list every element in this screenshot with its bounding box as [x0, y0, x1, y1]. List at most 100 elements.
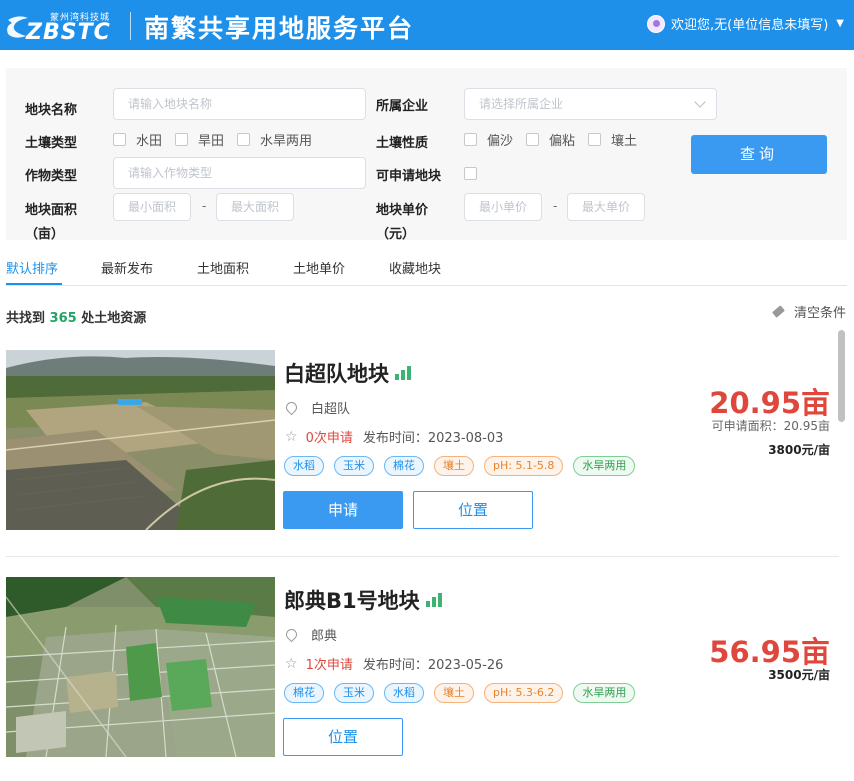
plot-meta: ☆ 0次申请 发布时间：2023-08-03: [285, 427, 504, 447]
checkbox-box[interactable]: [464, 133, 477, 146]
unit-price: 3800元/亩: [768, 443, 830, 457]
plot-name[interactable]: 白超队地块: [284, 358, 389, 388]
checkbox-box[interactable]: [175, 133, 188, 146]
clear-filters-button[interactable]: 清空条件: [772, 302, 846, 321]
tab-favorites[interactable]: 收藏地块: [389, 258, 441, 277]
range-dash: -: [202, 199, 207, 213]
checkbox-box[interactable]: [464, 167, 477, 180]
soil-type-checkbox-paddy[interactable]: 水田: [113, 130, 162, 149]
publish-time: 发布时间：2023-08-03: [362, 431, 504, 446]
checkbox-box[interactable]: [588, 133, 601, 146]
soil-type-label: 土壤类型: [25, 136, 78, 151]
user-menu[interactable]: 欢迎您,无(单位信息未填写) ▼: [647, 14, 844, 33]
tag-crop: 玉米: [334, 683, 374, 703]
crop-type-label: 作物类型: [25, 169, 78, 184]
platform-title: 南繁共享用地服务平台: [144, 14, 415, 43]
star-outline-icon[interactable]: ☆: [285, 656, 298, 672]
plot-name-input[interactable]: 请输入地块名称: [113, 88, 366, 120]
avatar: [647, 14, 666, 33]
top-header: 蒙州湾科技城 ZBSTC 南繁共享用地服务平台 欢迎您,无(单位信息未填写) ▼: [0, 0, 854, 50]
price-unit-label: （元）: [376, 227, 416, 242]
soil-nature-checkbox-loam[interactable]: 壤土: [588, 130, 637, 149]
range-dash: -: [553, 199, 558, 213]
apply-button[interactable]: 申请: [283, 491, 403, 529]
plot-area: 56.95亩: [709, 635, 830, 669]
plot-aerial-image[interactable]: [6, 350, 275, 530]
tag-soil: 壤土: [434, 683, 474, 703]
price-label: 地块单价: [376, 203, 429, 218]
location-button[interactable]: 位置: [413, 491, 533, 529]
tag-ph: pH: 5.1-5.8: [484, 456, 564, 476]
plot-title[interactable]: 白超队地块: [284, 358, 413, 388]
active-tab-indicator: [6, 283, 62, 285]
caret-down-icon: ▼: [836, 18, 844, 29]
plot-card[interactable]: 郎典B1号地块 郎典 ☆ 1次申请 发布时间：2023-05-26 棉花 玉米 …: [6, 577, 840, 767]
tag-crop: 棉花: [284, 683, 324, 703]
plot-aerial-image-graphic: [6, 350, 275, 530]
price-max-input[interactable]: 最大单价: [567, 193, 645, 221]
sort-tabs: 默认排序 最新发布 土地面积 土地单价 收藏地块: [6, 250, 847, 286]
zbstc-logo[interactable]: 蒙州湾科技城 ZBSTC: [6, 8, 118, 45]
tag-crop: 水稻: [384, 683, 424, 703]
tag-soil: 壤土: [434, 456, 474, 476]
area-min-input[interactable]: 最小面积: [113, 193, 191, 221]
soil-type-checkbox-both[interactable]: 水旱两用: [237, 130, 312, 149]
tag-land-use: 水旱两用: [573, 683, 636, 703]
soil-nature-checkbox-sandy[interactable]: 偏沙: [464, 130, 513, 149]
area-max-input[interactable]: 最大面积: [216, 193, 294, 221]
plot-card[interactable]: 白超队地块 白超队 ☆ 0次申请 发布时间：2023-08-03 水稻 玉米 棉…: [6, 350, 840, 540]
plot-title[interactable]: 郎典B1号地块: [284, 585, 444, 615]
checkbox-box[interactable]: [113, 133, 126, 146]
user-greeting: 欢迎您,无(单位信息未填写): [671, 18, 829, 33]
checkbox-label: 壤土: [611, 134, 638, 149]
plot-tags: 棉花 玉米 水稻 壤土 pH: 5.3-6.2 水旱两用: [284, 683, 645, 703]
plot-name-label: 地块名称: [25, 103, 78, 118]
apply-count: 1次申请: [305, 658, 353, 673]
plot-area: 20.95亩: [709, 386, 830, 420]
result-suffix: 处土地资源: [81, 311, 147, 326]
tab-latest[interactable]: 最新发布: [101, 258, 153, 277]
plot-meta: ☆ 1次申请 发布时间：2023-05-26: [285, 654, 504, 674]
eraser-icon: [772, 305, 785, 318]
company-select[interactable]: 请选择所属企业: [464, 88, 717, 120]
tag-crop: 水稻: [284, 456, 324, 476]
plot-location: 郎典: [283, 625, 337, 644]
soil-nature-label: 土壤性质: [376, 136, 429, 151]
signal-bars-icon: [395, 366, 413, 380]
plot-aerial-image-graphic: [6, 577, 275, 757]
apply-count: 0次申请: [305, 431, 353, 446]
unit-price: 3500元/亩: [768, 668, 830, 682]
crop-type-input[interactable]: 请输入作物类型: [113, 157, 366, 189]
soil-nature-checkbox-clay[interactable]: 偏粘: [526, 130, 575, 149]
checkbox-box[interactable]: [526, 133, 539, 146]
applicable-checkbox[interactable]: [464, 167, 487, 180]
star-outline-icon[interactable]: ☆: [285, 429, 298, 445]
result-number: 365: [49, 311, 77, 326]
checkbox-label: 旱田: [198, 134, 225, 149]
checkbox-box[interactable]: [237, 133, 250, 146]
area-unit-label: （亩）: [25, 227, 65, 242]
location-pin-icon: [283, 399, 300, 416]
plot-location: 白超队: [283, 398, 350, 417]
price-min-input[interactable]: 最小单价: [464, 193, 542, 221]
applicable-label: 可申请地块: [376, 169, 442, 184]
soil-type-checkbox-dry[interactable]: 旱田: [175, 130, 224, 149]
plot-tags: 水稻 玉米 棉花 壤土 pH: 5.1-5.8 水旱两用: [284, 456, 645, 476]
signal-bars-icon: [425, 593, 444, 607]
plot-aerial-image[interactable]: [6, 577, 275, 757]
chevron-down-icon: [694, 96, 706, 108]
tag-crop: 棉花: [384, 456, 424, 476]
query-button[interactable]: 查询: [691, 135, 827, 174]
tab-default-sort[interactable]: 默认排序: [6, 258, 58, 277]
tab-land-area[interactable]: 土地面积: [197, 258, 249, 277]
company-label: 所属企业: [376, 99, 429, 114]
result-count: 共找到 365 处土地资源: [6, 307, 146, 326]
publish-time: 发布时间：2023-05-26: [362, 658, 504, 673]
plot-name[interactable]: 郎典B1号地块: [284, 585, 420, 615]
tag-land-use: 水旱两用: [573, 456, 636, 476]
checkbox-label: 水田: [136, 134, 163, 149]
location-pin-icon: [283, 626, 300, 643]
logo-wordmark: ZBSTC: [26, 20, 111, 45]
tab-unit-price[interactable]: 土地单价: [293, 258, 345, 277]
location-button[interactable]: 位置: [283, 718, 403, 756]
